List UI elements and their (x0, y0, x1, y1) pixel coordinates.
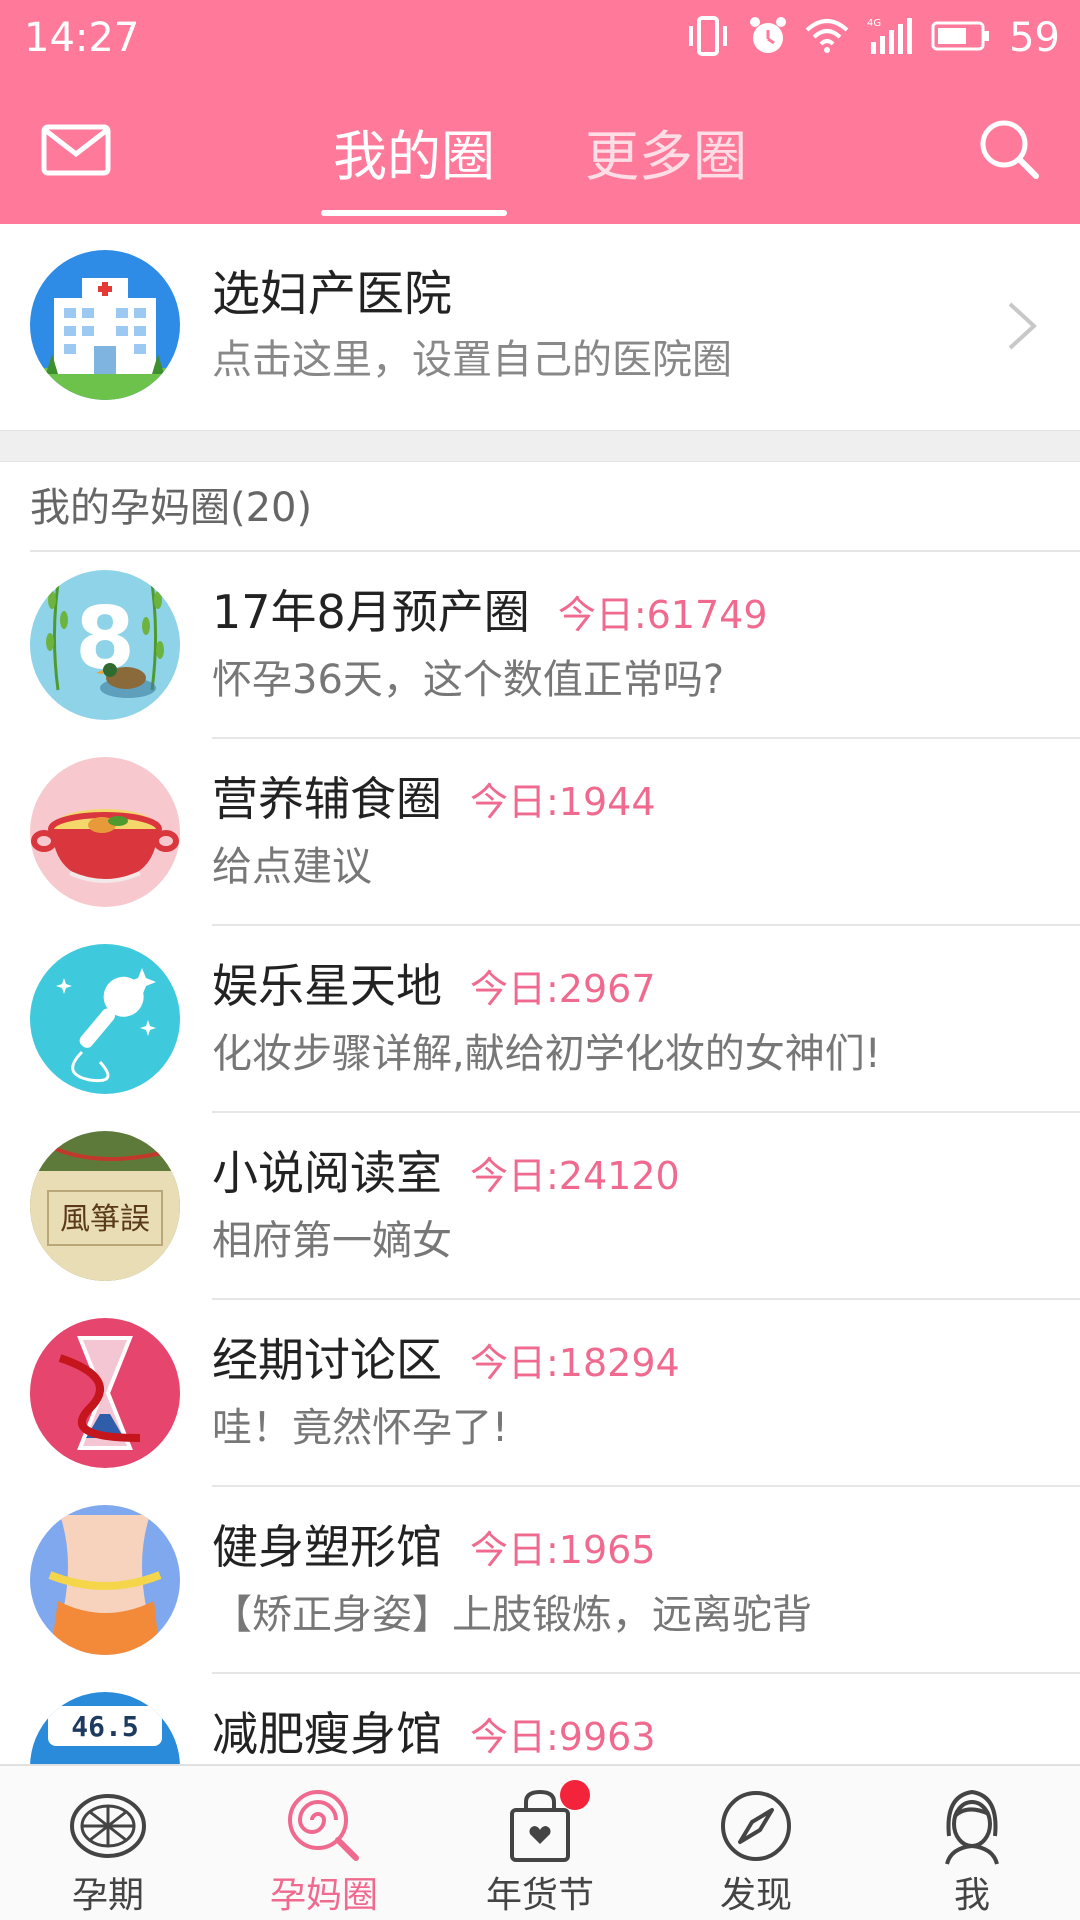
circle-avatar: 8 (30, 570, 180, 720)
circle-name: 经期讨论区 (212, 1333, 442, 1387)
wifi-icon (805, 16, 849, 60)
section-title: 我的孕妈圈(20) (30, 485, 313, 531)
profile-icon (930, 1784, 1014, 1868)
notification-badge (560, 1780, 590, 1810)
circle-item[interactable]: 風箏誤 小说阅读室 今日:24120 相府第一嫡女 (0, 1113, 1080, 1300)
book-icon: 風箏誤 (30, 1131, 180, 1281)
status-icons: 4G 59 (685, 10, 1060, 66)
nav-label: 孕妈圈 (269, 1875, 378, 1916)
circle-avatar: 風箏誤 (30, 1131, 180, 1281)
nav-pregnancy[interactable]: 孕期 (0, 1766, 216, 1920)
circle-name-line: 小说阅读室 今日:24120 (212, 1143, 680, 1206)
search-icon (980, 120, 1039, 179)
section-header: 我的孕妈圈(20) (0, 462, 1080, 552)
today-count: 今日:9963 (470, 1715, 656, 1759)
willow-duck-icon: 8 (30, 570, 180, 720)
hourglass-icon (30, 1318, 180, 1468)
circle-name: 小说阅读室 (212, 1146, 442, 1200)
nav-label: 孕期 (71, 1875, 144, 1916)
circle-name-line: 减肥瘦身馆 今日:9963 (212, 1704, 656, 1767)
hospital-subtitle: 点击这里，设置自己的医院圈 (212, 337, 732, 383)
nav-mom-circle[interactable]: 孕妈圈 (216, 1766, 432, 1920)
circle-latest-post: 怀孕36天，这个数值正常吗? (212, 657, 725, 703)
nav-label: 我 (953, 1875, 990, 1916)
circle-name: 17年8月预产圈 (212, 585, 530, 639)
circle-name: 减肥瘦身馆 (212, 1707, 442, 1761)
hospital-selector[interactable]: 选妇产医院 点击这里，设置自己的医院圈 (0, 224, 1080, 430)
mail-button[interactable] (40, 120, 112, 180)
network-type-label: 4G (867, 18, 881, 29)
shopping-bag-icon (498, 1780, 590, 1868)
circle-avatar (30, 1318, 180, 1468)
circle-avatar (30, 1505, 180, 1655)
pregnancy-icon (66, 1784, 150, 1868)
circle-name-line: 营养辅食圈 今日:1944 (212, 769, 656, 832)
circle-name: 娱乐星天地 (212, 959, 442, 1013)
circle-latest-post: 相府第一嫡女 (212, 1218, 452, 1264)
hospital-icon (30, 250, 180, 400)
alarm-icon (749, 16, 787, 60)
circle-name: 健身塑形馆 (212, 1520, 442, 1574)
status-bar: 14:27 4G 59 (0, 0, 1080, 78)
waist-measure-icon (30, 1505, 180, 1655)
mail-icon (41, 124, 111, 176)
today-count: 今日:18294 (470, 1341, 680, 1385)
chevron-right-icon (1008, 302, 1037, 350)
battery-percent: 59 (1009, 15, 1060, 61)
today-count: 今日:61749 (557, 593, 768, 637)
circle-latest-post: 给点建议 (212, 844, 372, 890)
scale-reading-art: 46.5 (71, 1710, 138, 1743)
circle-list: 8 17年8月预产圈 今日:61749 怀孕36天，这个数值正常吗? 营养辅食圈… (0, 552, 1080, 1861)
nav-new-year-shop[interactable]: 年货节 (432, 1766, 648, 1920)
today-count: 今日:2967 (470, 967, 656, 1011)
circle-item[interactable]: 健身塑形馆 今日:1965 【矫正身姿】上肢锻炼，远离驼背 (0, 1487, 1080, 1674)
nav-label: 年货节 (485, 1875, 594, 1916)
today-count: 今日:1944 (470, 780, 656, 824)
battery-icon (931, 19, 991, 57)
hospital-title: 选妇产医院 (212, 266, 453, 322)
circle-tabs: 我的圈 更多圈 (300, 78, 780, 224)
circle-name-line: 17年8月预产圈 今日:61749 (212, 582, 768, 645)
today-count: 今日:24120 (470, 1154, 680, 1198)
compass-icon (714, 1784, 798, 1868)
circle-latest-post: 哇！竟然怀孕了! (212, 1405, 509, 1451)
circle-item[interactable]: 娱乐星天地 今日:2967 化妆步骤详解,献给初学化妆的女神们! (0, 926, 1080, 1113)
circle-latest-post: 【矫正身姿】上肢锻炼，远离驼背 (212, 1592, 812, 1638)
circle-avatar (30, 757, 180, 907)
signal-icon: 4G (867, 16, 913, 60)
nav-label: 发现 (719, 1875, 792, 1916)
circle-item[interactable]: 经期讨论区 今日:18294 哇！竟然怀孕了! (0, 1300, 1080, 1487)
search-button[interactable] (976, 116, 1042, 182)
circle-name-line: 娱乐星天地 今日:2967 (212, 956, 656, 1019)
hospital-avatar (30, 250, 180, 400)
lollipop-icon (282, 1784, 366, 1868)
soup-bowl-icon (30, 757, 180, 907)
tab-my-circles[interactable]: 我的圈 (321, 78, 507, 224)
circle-avatar (30, 944, 180, 1094)
circle-name: 营养辅食圈 (212, 772, 442, 826)
header: 我的圈 更多圈 (0, 78, 1080, 224)
section-separator (0, 430, 1080, 462)
microphone-icon (30, 944, 180, 1094)
status-time: 14:27 (24, 15, 140, 61)
circle-name-line: 经期讨论区 今日:18294 (212, 1330, 680, 1393)
circle-item[interactable]: 营养辅食圈 今日:1944 给点建议 (0, 739, 1080, 926)
nav-discover[interactable]: 发现 (648, 1766, 864, 1920)
top-bar: 14:27 4G 59 我的圈 更多圈 (0, 0, 1080, 224)
vibrate-icon (685, 16, 731, 60)
book-title-art: 風箏誤 (60, 1202, 150, 1237)
circle-item[interactable]: 8 17年8月预产圈 今日:61749 怀孕36天，这个数值正常吗? (0, 552, 1080, 739)
today-count: 今日:1965 (470, 1528, 656, 1572)
nav-me[interactable]: 我 (864, 1766, 1080, 1920)
circle-name-line: 健身塑形馆 今日:1965 (212, 1517, 656, 1580)
tab-more-circles[interactable]: 更多圈 (585, 78, 747, 224)
bottom-nav: 孕期 孕妈圈 年货节 发现 我 (0, 1764, 1080, 1920)
circle-latest-post: 化妆步骤详解,献给初学化妆的女神们! (212, 1031, 881, 1077)
